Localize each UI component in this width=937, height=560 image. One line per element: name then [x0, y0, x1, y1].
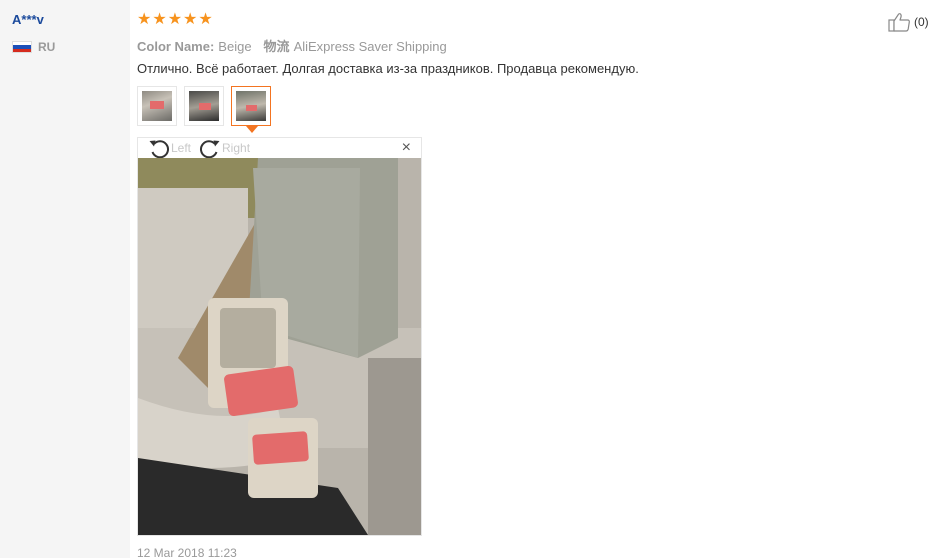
close-icon[interactable]: ×	[402, 140, 411, 156]
photo-thumbnails	[137, 86, 271, 133]
rotate-left-icon	[149, 140, 169, 158]
reviewer-country: RU	[12, 39, 55, 55]
color-label: Color Name:	[137, 39, 215, 54]
star-icon: ★	[183, 11, 198, 28]
star-icon: ★	[152, 11, 167, 28]
thumbnail-image	[142, 91, 172, 121]
rotate-right-icon	[200, 140, 220, 158]
viewer-toolbar: Left Right ×	[138, 138, 421, 158]
country-code: RU	[38, 40, 56, 54]
rating-stars: ★ ★ ★ ★ ★	[137, 12, 213, 28]
rotate-right-label: Right	[222, 141, 251, 155]
reviewer-name: A***v	[12, 12, 44, 27]
star-icon: ★	[137, 11, 152, 28]
star-icon: ★	[167, 11, 183, 28]
shipping-label: 物流	[263, 39, 290, 54]
star-icon: ★	[198, 11, 213, 28]
photo-viewer: Left Right ×	[137, 137, 422, 536]
photo-thumbnail[interactable]	[137, 86, 177, 126]
thumbnail-image	[189, 91, 219, 121]
thumbnail-image	[236, 91, 266, 121]
order-info: Color Name: Beige 物流 AliExpress Saver Shipp…	[137, 36, 447, 55]
shipping-value: AliExpress Saver Shipping	[293, 39, 447, 54]
thumbs-up-icon	[888, 13, 910, 32]
color-value: Beige	[218, 39, 252, 54]
helpful-count: (0)	[914, 15, 929, 29]
rotate-left-label: Left	[171, 141, 192, 155]
reviewer-panel: A***v RU	[0, 0, 130, 558]
review-text: Отлично. Всё работает. Долгая доставка и…	[137, 61, 639, 76]
photo-thumbnail-selected[interactable]	[231, 86, 271, 133]
rotate-left-button[interactable]: Left	[148, 138, 191, 158]
review-photo	[138, 158, 421, 535]
seatbelt-photo	[138, 158, 421, 535]
russia-flag-icon	[12, 41, 32, 53]
helpful-button[interactable]: (0)	[888, 12, 929, 32]
rotate-right-button[interactable]: Right	[199, 138, 250, 158]
photo-thumbnail[interactable]	[184, 86, 224, 126]
